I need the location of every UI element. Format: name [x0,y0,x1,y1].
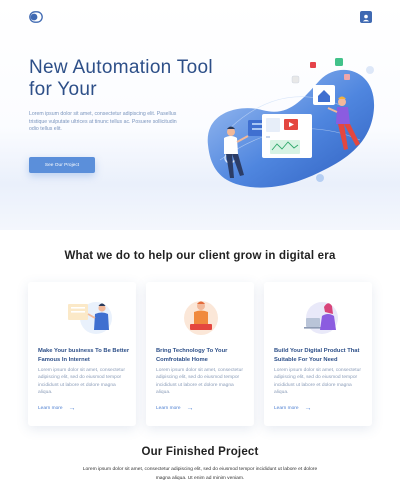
technology-illustration-icon [184,301,218,335]
projects-heading: Our Finished Project [141,446,259,458]
learn-more-label: Learn more [38,406,63,411]
see-our-project-button[interactable]: See Our Project [29,157,95,173]
learn-more-label: Learn more [274,406,299,411]
service-card-description: Lorem ipsum dolor sit amet, consectetur … [274,368,361,396]
learn-more-label: Learn more [156,406,181,411]
hero-automation-illustration [207,58,375,188]
service-card: Make Your business To Be Better Famous I… [28,282,136,426]
service-card: Build Your Digital Product That Suitable… [264,282,372,426]
service-card-description: Lorem ipsum dolor sit amet, consectetur … [38,368,125,396]
projects-description: Lorem ipsum dolor sit amet, consectetur … [82,467,318,481]
hero-description: Lorem ipsum dolor sit amet, consectetur … [29,111,177,133]
service-card-description: Lorem ipsum dolor sit amet, consectetur … [156,368,243,396]
arrow-right-icon: → [186,405,194,412]
learn-more-link[interactable]: Learn more → [38,405,76,412]
service-card-title: Bring Technology To Your Comfrotable Hom… [156,348,228,363]
business-illustration-icon [68,302,112,334]
service-card: Bring Technology To Your Comfrotable Hom… [146,282,254,426]
arrow-right-icon: → [304,405,312,412]
services-cards: Make Your business To Be Better Famous I… [28,282,372,426]
profile-button[interactable] [360,11,372,23]
learn-more-link[interactable]: Learn more → [156,405,194,412]
arrow-right-icon: → [68,405,76,412]
service-card-title: Build Your Digital Product That Suitable… [274,348,360,363]
profile-icon [362,14,370,22]
toggle-logo-icon[interactable] [29,11,43,23]
digital-product-illustration-icon [304,302,338,334]
services-heading: What we do to help our client grow in di… [64,250,336,262]
service-card-title: Make Your business To Be Better Famous I… [38,348,130,363]
learn-more-link[interactable]: Learn more → [274,405,312,412]
hero-title: New Automation Tool for Your [29,57,213,100]
